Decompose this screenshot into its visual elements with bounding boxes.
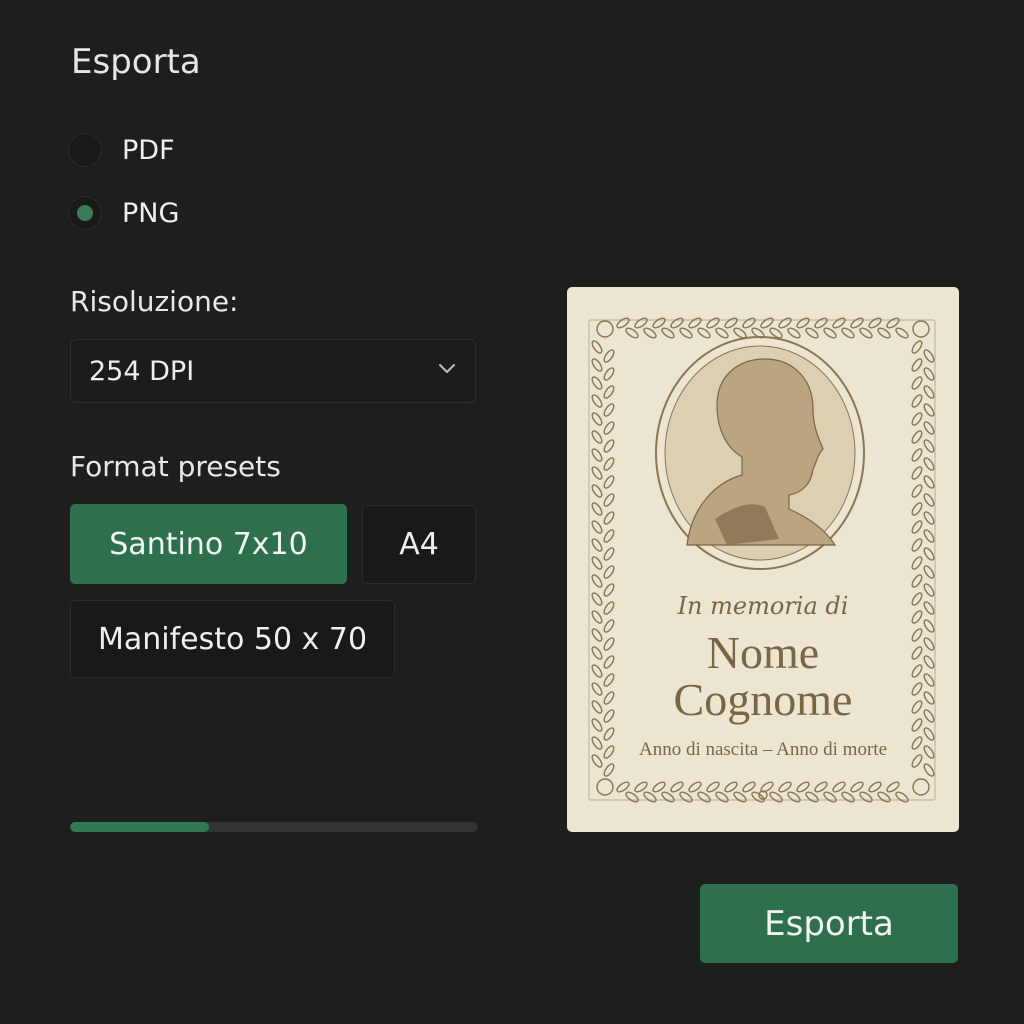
presets-label: Format presets bbox=[70, 450, 281, 483]
export-button[interactable]: Esporta bbox=[700, 884, 958, 963]
memorial-name: Nome Cognome bbox=[567, 629, 959, 723]
resolution-label: Risoluzione: bbox=[70, 285, 239, 318]
dialog-title: Esporta bbox=[71, 42, 201, 82]
preset-a4-button[interactable]: A4 bbox=[362, 505, 476, 584]
format-option-png[interactable]: PNG bbox=[68, 196, 179, 230]
preview-card: In memoria di Nome Cognome Anno di nasci… bbox=[567, 287, 959, 832]
name-second-line: Cognome bbox=[673, 674, 853, 725]
memorial-dates: Anno di nascita – Anno di morte bbox=[638, 739, 888, 760]
export-progress-fill bbox=[70, 822, 209, 832]
radio-png-label: PNG bbox=[122, 197, 180, 229]
name-first-line: Nome bbox=[706, 627, 820, 678]
preset-santino-button[interactable]: Santino 7x10 bbox=[70, 504, 347, 584]
portrait-medallion bbox=[655, 336, 865, 570]
radio-pdf[interactable] bbox=[68, 133, 102, 167]
chevron-down-icon bbox=[439, 364, 455, 373]
resolution-value: 254 DPI bbox=[89, 355, 195, 387]
memorial-heading: In memoria di bbox=[677, 592, 849, 620]
resolution-select[interactable]: 254 DPI bbox=[70, 339, 476, 403]
preset-manifesto-button[interactable]: Manifesto 50 x 70 bbox=[70, 600, 395, 678]
export-progress-bar bbox=[70, 822, 478, 832]
radio-pdf-label: PDF bbox=[122, 134, 175, 166]
format-option-pdf[interactable]: PDF bbox=[68, 133, 175, 167]
radio-png[interactable] bbox=[68, 196, 102, 230]
